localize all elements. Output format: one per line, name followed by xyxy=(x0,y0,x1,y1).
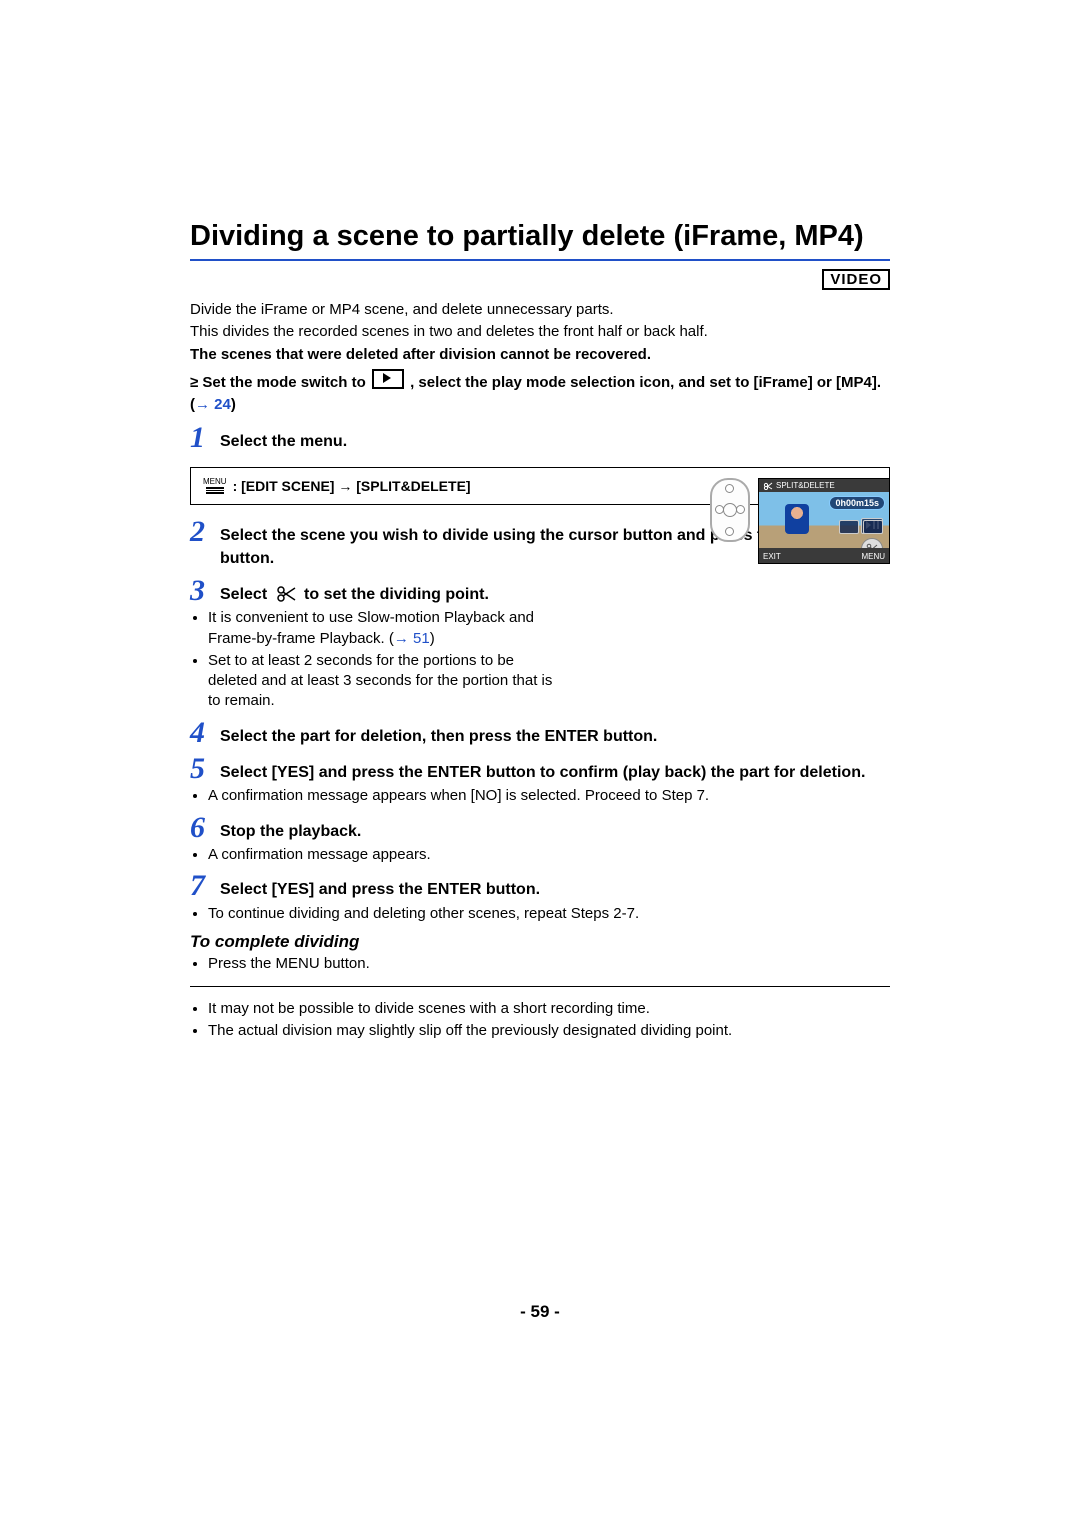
subheading-complete: To complete dividing xyxy=(190,932,890,952)
camera-screen-illustration: SPLIT&DELETE 0h00m15s EXIT MENU xyxy=(758,478,890,564)
bullet: Press the MENU button. xyxy=(208,954,890,974)
step-3-bullets: It is convenient to use Slow-motion Play… xyxy=(208,608,558,711)
cursor-controller-icon xyxy=(710,478,750,542)
intro-line-3: The scenes that were deleted after divis… xyxy=(190,345,890,365)
step-1: 1 Select the menu. xyxy=(190,423,890,453)
page-number: - 59 - xyxy=(190,1302,890,1322)
video-badge: VIDEO xyxy=(822,269,890,290)
step-heading: Select to set the dividing point. xyxy=(220,576,489,606)
step-number: 6 xyxy=(190,813,212,843)
note: It may not be possible to divide scenes … xyxy=(208,999,890,1019)
bullet: A confirmation message appears when [NO]… xyxy=(208,786,890,806)
step-heading: Select the menu. xyxy=(220,423,347,453)
step-3: 3 Select to set the dividing point. xyxy=(190,576,890,606)
screen-exit-label: EXIT xyxy=(763,552,781,561)
complete-bullets: Press the MENU button. xyxy=(208,954,890,974)
step-number: 4 xyxy=(190,718,212,748)
step-heading: Select [YES] and press the ENTER button … xyxy=(220,754,865,784)
step-5-bullets: A confirmation message appears when [NO]… xyxy=(208,786,890,806)
bullet: To continue dividing and deleting other … xyxy=(208,904,890,924)
screen-title: SPLIT&DELETE xyxy=(776,481,835,490)
separator-rule xyxy=(190,986,890,987)
step-heading: Select [YES] and press the ENTER button. xyxy=(220,871,540,901)
step-number: 3 xyxy=(190,576,212,606)
split-button-icon xyxy=(861,538,883,548)
step-heading: Stop the playback. xyxy=(220,813,361,843)
step-number: 2 xyxy=(190,517,212,547)
mode-instruction: ≥ Set the mode switch to , select the pl… xyxy=(190,369,890,417)
mode-prefix: ≥ Set the mode switch to xyxy=(190,374,370,391)
figure-group: SPLIT&DELETE 0h00m15s EXIT MENU xyxy=(710,478,890,564)
cross-ref-51[interactable]: → 51 xyxy=(394,630,430,647)
step-6-bullets: A confirmation message appears. xyxy=(208,845,890,865)
note: The actual division may slightly slip of… xyxy=(208,1021,890,1041)
intro-block: Divide the iFrame or MP4 scene, and dele… xyxy=(190,300,890,365)
play-mode-icon xyxy=(372,369,404,389)
screen-menu-label: MENU xyxy=(861,552,885,561)
step-7: 7 Select [YES] and press the ENTER butto… xyxy=(190,871,890,901)
step-number: 1 xyxy=(190,423,212,453)
rewind-icon xyxy=(839,520,859,534)
bullet: Set to at least 2 seconds for the portio… xyxy=(208,651,558,712)
step-number: 5 xyxy=(190,754,212,784)
bullet: A confirmation message appears. xyxy=(208,845,890,865)
intro-line-1: Divide the iFrame or MP4 scene, and dele… xyxy=(190,300,890,320)
step-heading: Select the part for deletion, then press… xyxy=(220,718,657,748)
title-rule xyxy=(190,259,890,261)
menu-path: : [EDIT SCENE] → [SPLIT&DELETE] xyxy=(233,478,471,494)
mode-cross-ref[interactable]: → 24 xyxy=(195,396,231,413)
notes-bullets: It may not be possible to divide scenes … xyxy=(208,999,890,1042)
bullet: It is convenient to use Slow-motion Play… xyxy=(208,608,558,649)
page-title: Dividing a scene to partially delete (iF… xyxy=(190,220,890,253)
screen-timecode: 0h00m15s xyxy=(829,496,885,510)
menu-icon: MENU xyxy=(203,478,227,494)
forward-icon xyxy=(863,520,883,534)
step-7-bullets: To continue dividing and deleting other … xyxy=(208,904,890,924)
scissors-icon xyxy=(276,585,296,603)
intro-line-2: This divides the recorded scenes in two … xyxy=(190,322,890,342)
step-4: 4 Select the part for deletion, then pre… xyxy=(190,718,890,748)
step-6: 6 Stop the playback. xyxy=(190,813,890,843)
step-number: 7 xyxy=(190,871,212,901)
step-5: 5 Select [YES] and press the ENTER butto… xyxy=(190,754,890,784)
